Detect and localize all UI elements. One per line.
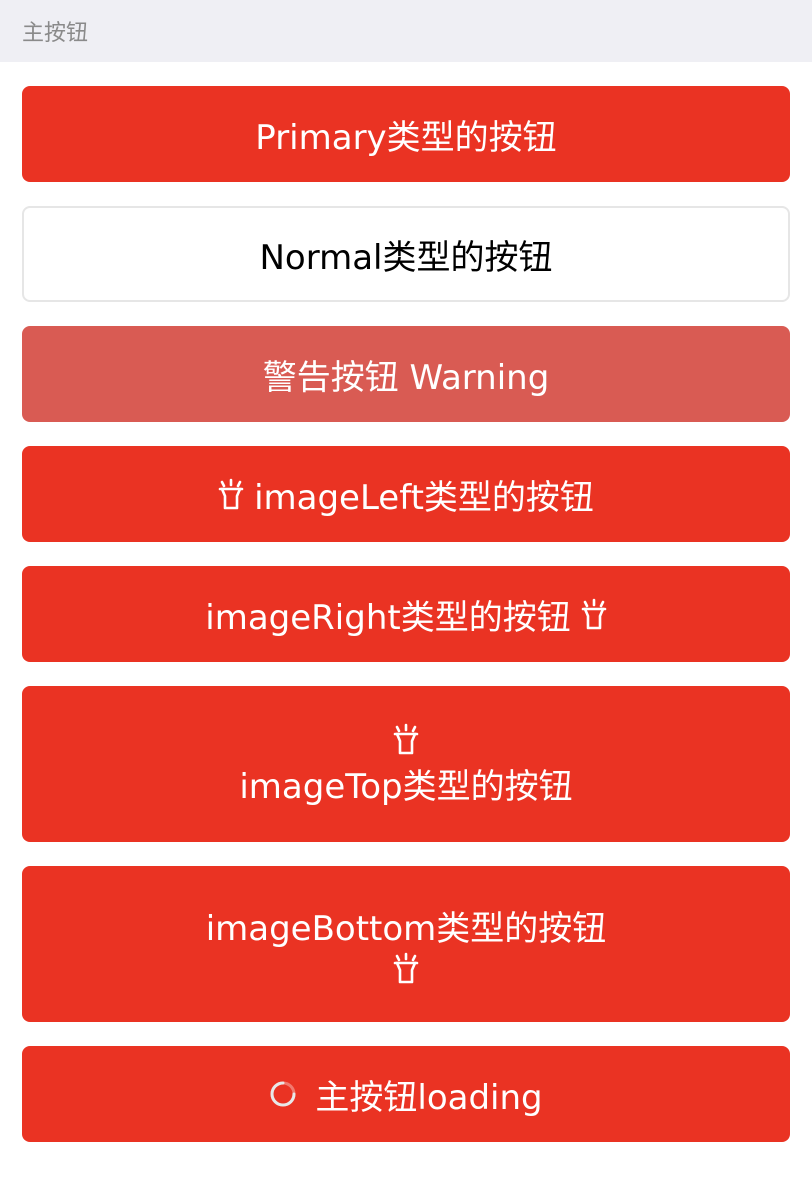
- image-bottom-button-label: imageBottom类型的按钮: [205, 908, 607, 949]
- lamp-icon: [393, 723, 419, 755]
- loading-spinner-icon: [269, 1080, 297, 1108]
- warning-button[interactable]: 警告按钮 Warning: [22, 326, 790, 422]
- image-right-button[interactable]: imageRight类型的按钮: [22, 566, 790, 662]
- lamp-icon: [218, 478, 244, 510]
- button-list: Primary类型的按钮 Normal类型的按钮 警告按钮 Warning im…: [0, 62, 812, 1142]
- primary-button-label: Primary类型的按钮: [255, 117, 557, 158]
- loading-button[interactable]: 主按钮loading: [22, 1046, 790, 1142]
- image-top-button-label: imageTop类型的按钮: [239, 766, 573, 807]
- normal-button[interactable]: Normal类型的按钮: [22, 206, 790, 302]
- image-left-button[interactable]: imageLeft类型的按钮: [22, 446, 790, 542]
- normal-button-label: Normal类型的按钮: [259, 237, 553, 278]
- image-bottom-button[interactable]: imageBottom类型的按钮: [22, 866, 790, 1022]
- image-top-button[interactable]: imageTop类型的按钮: [22, 686, 790, 842]
- image-left-button-label: imageLeft类型的按钮: [254, 477, 594, 518]
- section-header: 主按钮: [0, 0, 812, 62]
- warning-button-label: 警告按钮 Warning: [262, 357, 550, 398]
- loading-button-label: 主按钮loading: [315, 1077, 543, 1118]
- primary-button[interactable]: Primary类型的按钮: [22, 86, 790, 182]
- section-title: 主按钮: [22, 21, 89, 46]
- lamp-icon: [581, 598, 607, 630]
- image-right-button-label: imageRight类型的按钮: [205, 597, 571, 638]
- lamp-icon: [393, 952, 419, 984]
